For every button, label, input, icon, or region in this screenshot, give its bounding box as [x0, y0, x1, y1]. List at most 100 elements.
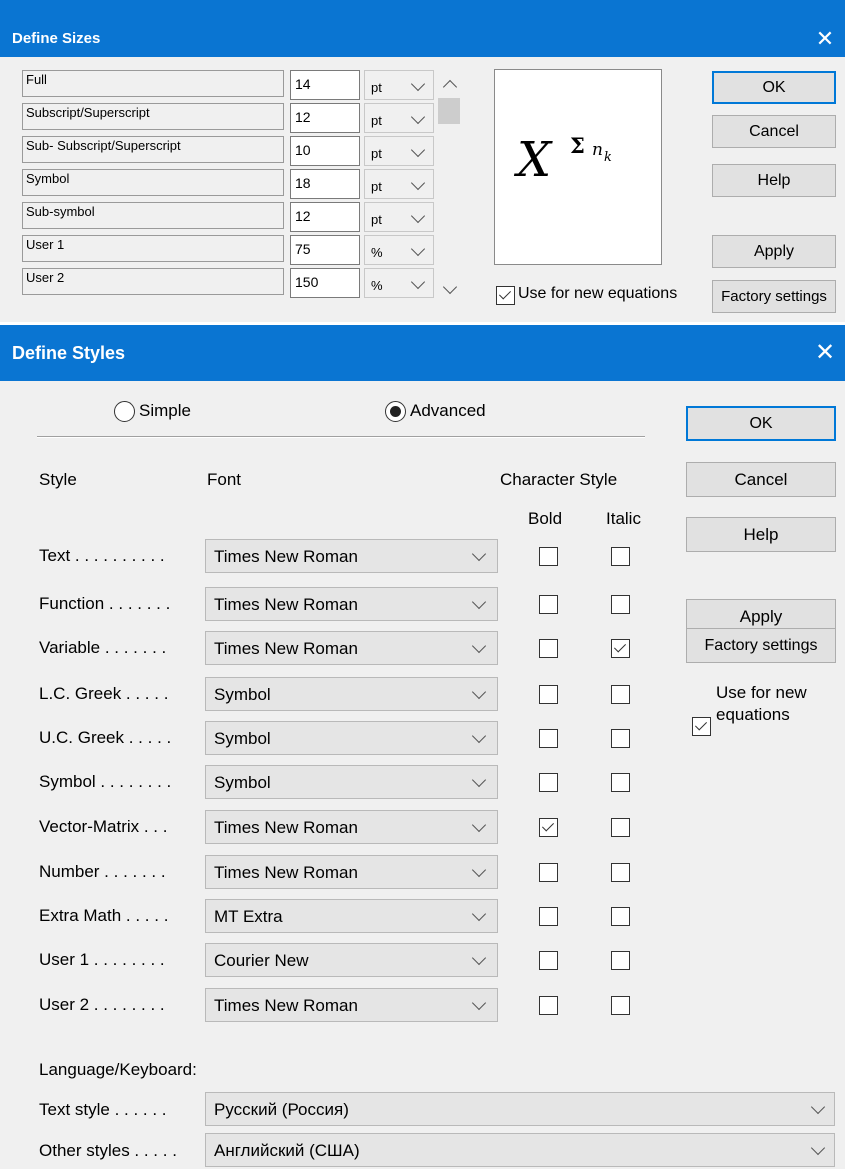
font-select[interactable]: Symbol — [205, 765, 498, 799]
style-row-label: L.C. Greek . . . . . — [39, 684, 169, 703]
style-row: Number . . . . . . . Times New Roman — [0, 855, 680, 891]
bold-checkbox[interactable] — [539, 685, 558, 704]
italic-checkbox[interactable] — [611, 685, 630, 704]
italic-checkbox[interactable] — [611, 863, 630, 882]
use-for-new-equations-checkbox[interactable] — [496, 286, 515, 305]
italic-checkbox[interactable] — [611, 729, 630, 748]
bold-checkbox[interactable] — [539, 907, 558, 926]
italic-checkbox[interactable] — [611, 547, 630, 566]
style-row: Variable . . . . . . . Times New Roman — [0, 631, 680, 667]
advanced-radio-label: Advanced — [410, 401, 486, 420]
define-sizes-dialog: Define Sizes ✕ Full 14 pt Subscript/Supe… — [0, 0, 845, 322]
bold-checkbox[interactable] — [539, 951, 558, 970]
define-sizes-title: Define Sizes — [12, 30, 101, 47]
font-select[interactable]: Times New Roman — [205, 988, 498, 1022]
italic-checkbox[interactable] — [611, 595, 630, 614]
chevron-down-icon — [471, 772, 487, 788]
italic-checkbox[interactable] — [611, 996, 630, 1015]
ok-button[interactable]: OK — [686, 406, 836, 441]
chevron-down-icon — [471, 862, 487, 878]
size-value-input[interactable]: 12 — [290, 103, 360, 133]
style-column-header: Style — [39, 470, 77, 489]
style-row: U.C. Greek . . . . . Symbol — [0, 721, 680, 757]
style-row: User 1 . . . . . . . . Courier New — [0, 943, 680, 979]
style-row-label: Extra Math . . . . . — [39, 906, 169, 925]
use-for-new-equations-checkbox[interactable] — [692, 717, 711, 736]
bold-checkbox[interactable] — [539, 863, 558, 882]
sizes-scrollbar[interactable] — [436, 68, 462, 304]
close-icon[interactable]: ✕ — [805, 338, 845, 367]
size-unit-select[interactable]: pt — [364, 103, 434, 133]
scroll-down-icon[interactable] — [442, 279, 458, 295]
font-select[interactable]: Times New Roman — [205, 810, 498, 844]
apply-button[interactable]: Apply — [712, 235, 836, 268]
size-label: User 2 — [22, 268, 284, 295]
size-unit-select[interactable]: pt — [364, 202, 434, 232]
size-label: User 1 — [22, 235, 284, 262]
size-label: Full — [22, 70, 284, 97]
chevron-down-icon — [410, 76, 426, 92]
font-select[interactable]: Symbol — [205, 677, 498, 711]
mode-divider — [37, 436, 645, 438]
help-button[interactable]: Help — [712, 164, 836, 197]
chevron-down-icon — [471, 995, 487, 1011]
size-value-input[interactable]: 150 — [290, 268, 360, 298]
font-select[interactable]: Courier New — [205, 943, 498, 977]
bold-checkbox[interactable] — [539, 996, 558, 1015]
style-row-label: User 2 . . . . . . . . — [39, 995, 165, 1014]
style-row: Vector-Matrix . . . Times New Roman — [0, 810, 680, 846]
simple-radio[interactable] — [114, 401, 135, 422]
scroll-up-icon[interactable] — [442, 79, 458, 95]
other-styles-language-select[interactable]: Английский (США) — [205, 1133, 835, 1167]
chevron-down-icon — [810, 1099, 826, 1115]
factory-settings-button[interactable]: Factory settings — [712, 280, 836, 313]
style-row-label: Number . . . . . . . — [39, 862, 166, 881]
font-select[interactable]: Times New Roman — [205, 855, 498, 889]
font-select[interactable]: Times New Roman — [205, 631, 498, 665]
size-value-input[interactable]: 18 — [290, 169, 360, 199]
italic-checkbox[interactable] — [611, 773, 630, 792]
italic-checkbox[interactable] — [611, 639, 630, 658]
style-row-label: Vector-Matrix . . . — [39, 817, 168, 836]
simple-radio-label: Simple — [139, 401, 191, 420]
size-value-input[interactable]: 14 — [290, 70, 360, 100]
bold-checkbox[interactable] — [539, 639, 558, 658]
italic-checkbox[interactable] — [611, 951, 630, 970]
size-unit-select[interactable]: pt — [364, 70, 434, 100]
size-unit-select[interactable]: % — [364, 235, 434, 265]
font-select[interactable]: MT Extra — [205, 899, 498, 933]
size-value-input[interactable]: 10 — [290, 136, 360, 166]
bold-checkbox[interactable] — [539, 773, 558, 792]
style-row: Extra Math . . . . . MT Extra — [0, 899, 680, 935]
chevron-down-icon — [471, 950, 487, 966]
size-unit-select[interactable]: pt — [364, 136, 434, 166]
italic-checkbox[interactable] — [611, 818, 630, 837]
cancel-button[interactable]: Cancel — [712, 115, 836, 148]
advanced-radio[interactable] — [385, 401, 406, 422]
use-for-new-equations-label: Use for new equations — [518, 285, 678, 302]
use-for-new-equations-label-line2: equations — [716, 705, 790, 724]
text-style-language-select[interactable]: Русский (Россия) — [205, 1092, 835, 1126]
bold-checkbox[interactable] — [539, 547, 558, 566]
bold-checkbox[interactable] — [539, 729, 558, 748]
size-unit-select[interactable]: % — [364, 268, 434, 298]
factory-settings-button[interactable]: Factory settings — [686, 628, 836, 663]
bold-checkbox[interactable] — [539, 818, 558, 837]
help-button[interactable]: Help — [686, 517, 836, 552]
chevron-down-icon — [410, 175, 426, 191]
italic-checkbox[interactable] — [611, 907, 630, 926]
cancel-button[interactable]: Cancel — [686, 462, 836, 497]
chevron-down-icon — [410, 274, 426, 290]
style-row: Symbol . . . . . . . . Symbol — [0, 765, 680, 801]
close-icon[interactable]: ✕ — [805, 26, 845, 52]
other-styles-label: Other styles . . . . . — [39, 1141, 177, 1160]
scrollbar-thumb[interactable] — [438, 98, 460, 124]
font-select[interactable]: Times New Roman — [205, 587, 498, 621]
size-unit-select[interactable]: pt — [364, 169, 434, 199]
bold-checkbox[interactable] — [539, 595, 558, 614]
size-value-input[interactable]: 75 — [290, 235, 360, 265]
ok-button[interactable]: OK — [712, 71, 836, 104]
font-select[interactable]: Times New Roman — [205, 539, 498, 573]
font-select[interactable]: Symbol — [205, 721, 498, 755]
size-value-input[interactable]: 12 — [290, 202, 360, 232]
